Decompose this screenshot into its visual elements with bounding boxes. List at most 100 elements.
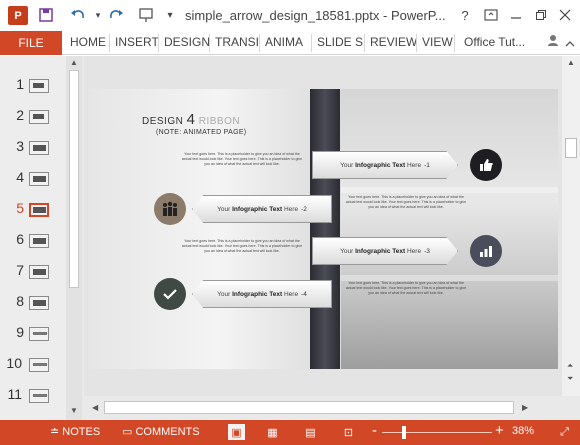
infographic-ribbon-1[interactable]: Your Infographic Text Here -1 (312, 151, 458, 179)
scroll-up-arrow-icon[interactable]: ▲ (567, 58, 575, 67)
zoom-out-button[interactable]: - (372, 422, 377, 439)
customize-quick-access-icon[interactable]: ▾ (160, 5, 180, 25)
comments-button[interactable]: ▭ COMMENTS (122, 425, 200, 438)
powerpoint-logo-icon[interactable]: P (8, 6, 28, 25)
ribbon-bold-text: Infographic Text (232, 290, 283, 298)
save-icon[interactable] (36, 5, 56, 25)
thumbnail-6[interactable]: 6 (0, 231, 66, 251)
thumbnail-5[interactable]: 5 (0, 200, 66, 220)
infographic-ribbon-3[interactable]: Your Infographic Text Here -3 (312, 237, 458, 265)
previous-slide-icon[interactable]: ⏶ (567, 361, 573, 371)
tab-separator (209, 34, 210, 52)
slide-show-icon[interactable]: ⊡ (340, 424, 357, 440)
close-icon[interactable] (554, 4, 576, 26)
tab-separator (416, 34, 417, 52)
scrollbar-thumb[interactable] (69, 70, 79, 288)
scrollbar-thumb[interactable] (565, 138, 577, 158)
thumbnail-7[interactable]: 7 (0, 262, 66, 282)
placeholder-paragraph-2[interactable]: Your text goes here. This is a placehold… (344, 195, 468, 210)
placeholder-paragraph-1[interactable]: Your text goes here. This is a placehold… (180, 152, 304, 167)
normal-view-icon[interactable]: ▣ (228, 424, 245, 440)
tab-separator (311, 34, 312, 52)
slide-stripe (341, 187, 558, 193)
thumbnail-image[interactable] (29, 389, 49, 403)
thumbnail-image[interactable] (29, 296, 49, 310)
account-name[interactable]: Office Tut... (464, 35, 525, 49)
work-area: 1 2 3 4 5 6 7 8 9 10 11 ▲ ▼ DESIGN 4 RIB… (0, 56, 580, 420)
zoom-in-button[interactable]: + (495, 422, 504, 439)
ribbon-number: -4 (301, 290, 307, 298)
slide-dark-band (310, 89, 340, 369)
slide-thumbnails-pane: 1 2 3 4 5 6 7 8 9 10 11 (0, 56, 66, 420)
tab-view[interactable]: VIEW (422, 35, 453, 49)
scroll-left-arrow-icon[interactable]: ◀ (92, 403, 98, 412)
zoom-level[interactable]: 38% (512, 425, 534, 437)
thumbnail-image[interactable] (29, 358, 49, 372)
restore-icon[interactable] (530, 4, 552, 26)
tab-design[interactable]: DESIGN (164, 35, 210, 49)
thumbnail-image-selected[interactable] (29, 203, 49, 217)
ribbon-display-options-icon[interactable] (480, 4, 502, 26)
thumbnail-image[interactable] (29, 79, 49, 93)
tab-insert[interactable]: INSERT (115, 35, 159, 49)
minimize-icon[interactable] (505, 4, 527, 26)
thumbnail-image[interactable] (29, 141, 49, 155)
tab-animations[interactable]: ANIMA (265, 35, 303, 49)
thumbnail-2[interactable]: 2 (0, 107, 66, 127)
thumbnail-4[interactable]: 4 (0, 169, 66, 189)
placeholder-paragraph-3[interactable]: Your text goes here. This is a placehold… (180, 239, 304, 254)
thumbnail-image[interactable] (29, 172, 49, 186)
tab-separator (259, 34, 260, 52)
slide-editor: DESIGN 4 RIBBON (NOTE: ANIMATED PAGE) Yo… (84, 56, 562, 396)
tab-file[interactable]: FILE (0, 31, 62, 55)
reading-view-icon[interactable]: ▤ (302, 424, 319, 440)
thumbnail-9[interactable]: 9 (0, 324, 66, 344)
undo-dropdown-icon[interactable]: ▾ (88, 5, 108, 25)
scroll-right-arrow-icon[interactable]: ▶ (522, 403, 528, 412)
thumbnail-image[interactable] (29, 234, 49, 248)
infographic-ribbon-4[interactable]: Your Infographic Text Here -4 (192, 280, 332, 308)
thumbnail-10[interactable]: 10 (0, 355, 66, 375)
tab-home[interactable]: HOME (70, 35, 106, 49)
zoom-slider[interactable] (382, 432, 492, 433)
slide-vertical-scrollbar[interactable]: ▲ ⏶ ⏷ (562, 56, 580, 396)
help-icon[interactable]: ? (454, 4, 476, 26)
scroll-up-arrow-icon[interactable]: ▲ (70, 58, 78, 67)
tab-transitions[interactable]: TRANSI (215, 35, 259, 49)
thumbnail-image[interactable] (29, 327, 49, 341)
thumbnail-8[interactable]: 8 (0, 293, 66, 313)
scrollbar-thumb[interactable] (104, 401, 514, 414)
start-from-beginning-icon[interactable] (136, 5, 156, 25)
team-icon (154, 193, 186, 225)
slide-canvas[interactable]: DESIGN 4 RIBBON (NOTE: ANIMATED PAGE) Yo… (88, 89, 558, 369)
slide-title[interactable]: DESIGN 4 RIBBON (142, 111, 240, 128)
thumbnail-number: 1 (16, 76, 24, 92)
tab-separator (454, 34, 455, 52)
next-slide-icon[interactable]: ⏷ (567, 374, 573, 384)
zoom-slider-knob[interactable] (402, 426, 406, 439)
thumbnail-image[interactable] (29, 110, 49, 124)
slide-sorter-icon[interactable]: ▦ (264, 424, 281, 440)
scroll-down-arrow-icon[interactable]: ▼ (70, 406, 78, 415)
thumbnail-number: 10 (6, 355, 22, 371)
infographic-ribbon-2[interactable]: Your Infographic Text Here -2 (192, 195, 332, 223)
notes-button[interactable]: ≐ NOTES (50, 425, 100, 438)
tab-review[interactable]: REVIEW (370, 35, 417, 49)
thumbnails-scrollbar[interactable]: ▲ ▼ (66, 56, 82, 420)
thumbnail-3[interactable]: 3 (0, 138, 66, 158)
slide-horizontal-scrollbar[interactable]: ◀ ▶ (84, 396, 580, 420)
thumbnail-image[interactable] (29, 265, 49, 279)
thumbnail-1[interactable]: 1 (0, 76, 66, 96)
redo-icon[interactable] (106, 5, 126, 25)
collapse-ribbon-icon[interactable] (565, 37, 575, 51)
undo-icon[interactable] (68, 5, 88, 25)
ribbon-bold-text: Infographic Text (355, 161, 406, 169)
placeholder-paragraph-4[interactable]: Your text goes here. This is a placehold… (344, 281, 468, 296)
thumbs-up-icon (470, 149, 502, 181)
title-bar: P ▾ ▾ simple_arrow_design_18581.pptx - P… (0, 0, 580, 31)
fit-slide-to-window-icon[interactable]: ⤢ (556, 424, 573, 440)
account-avatar-icon[interactable] (546, 33, 560, 50)
tab-slide-show[interactable]: SLIDE S (317, 35, 363, 49)
thumbnail-11[interactable]: 11 (0, 386, 66, 406)
slide-subtitle[interactable]: (NOTE: ANIMATED PAGE) (156, 129, 246, 136)
